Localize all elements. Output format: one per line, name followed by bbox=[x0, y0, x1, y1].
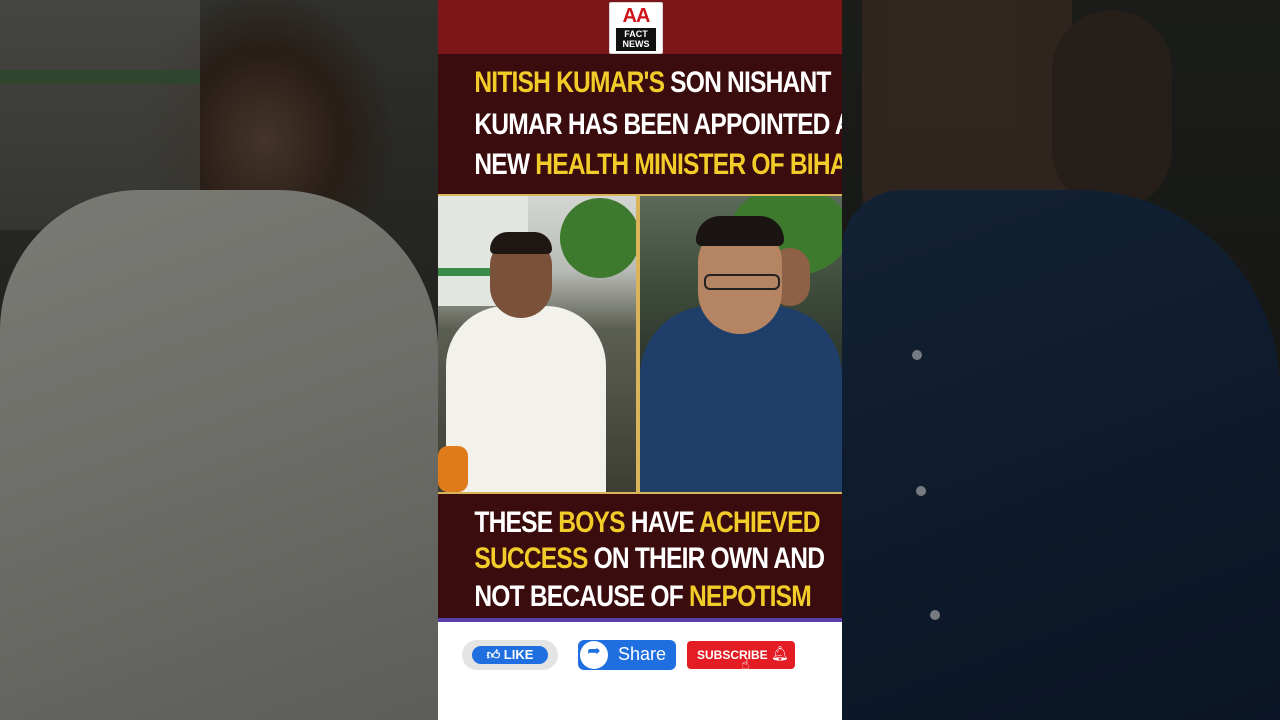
headline-panel: NITISH KUMAR'S SON NISHANT KUMAR HAS BEE… bbox=[438, 54, 842, 194]
action-buttons-row: 👍︎ LIKE ➦ Share SUBSCRIBE 🔔︎ ☝ bbox=[438, 622, 842, 720]
headline-line-3: NEW HEALTH MINISTER OF BIHAR bbox=[474, 148, 842, 181]
caption-line-1: THESE BOYS HAVE ACHIEVED bbox=[474, 506, 820, 539]
headline-line-1: NITISH KUMAR'S SON NISHANT bbox=[474, 66, 831, 99]
hand-cursor-icon: ☝ bbox=[741, 657, 750, 673]
shorts-frame[interactable]: AA FACT NEWS NITISH KUMAR'S SON NISHANT … bbox=[438, 0, 842, 720]
caption-line-3: NOT BECAUSE OF NEPOTISM bbox=[474, 580, 811, 613]
share-arrow-icon: ➦ bbox=[580, 641, 608, 669]
bell-icon: 🔔︎ bbox=[771, 646, 789, 662]
share-button[interactable]: ➦ Share bbox=[578, 640, 676, 670]
top-banner: AA FACT NEWS bbox=[438, 0, 842, 54]
photo-man-blue-shirt bbox=[640, 196, 842, 492]
caption-line-2: SUCCESS ON THEIR OWN AND bbox=[474, 542, 825, 575]
background-left-blurred bbox=[0, 0, 438, 720]
caption-panel: THESE BOYS HAVE ACHIEVED SUCCESS ON THEI… bbox=[438, 494, 842, 618]
thumbs-up-icon: 👍︎ bbox=[486, 647, 501, 662]
photo-collage bbox=[438, 194, 842, 494]
photo-man-white-kurta bbox=[438, 196, 636, 492]
headline-line-2: KUMAR HAS BEEN APPOINTED AS bbox=[474, 108, 842, 141]
background-right-blurred bbox=[842, 0, 1280, 720]
like-button[interactable]: 👍︎ LIKE bbox=[462, 640, 558, 670]
aa-fact-news-logo: AA FACT NEWS bbox=[609, 2, 663, 54]
